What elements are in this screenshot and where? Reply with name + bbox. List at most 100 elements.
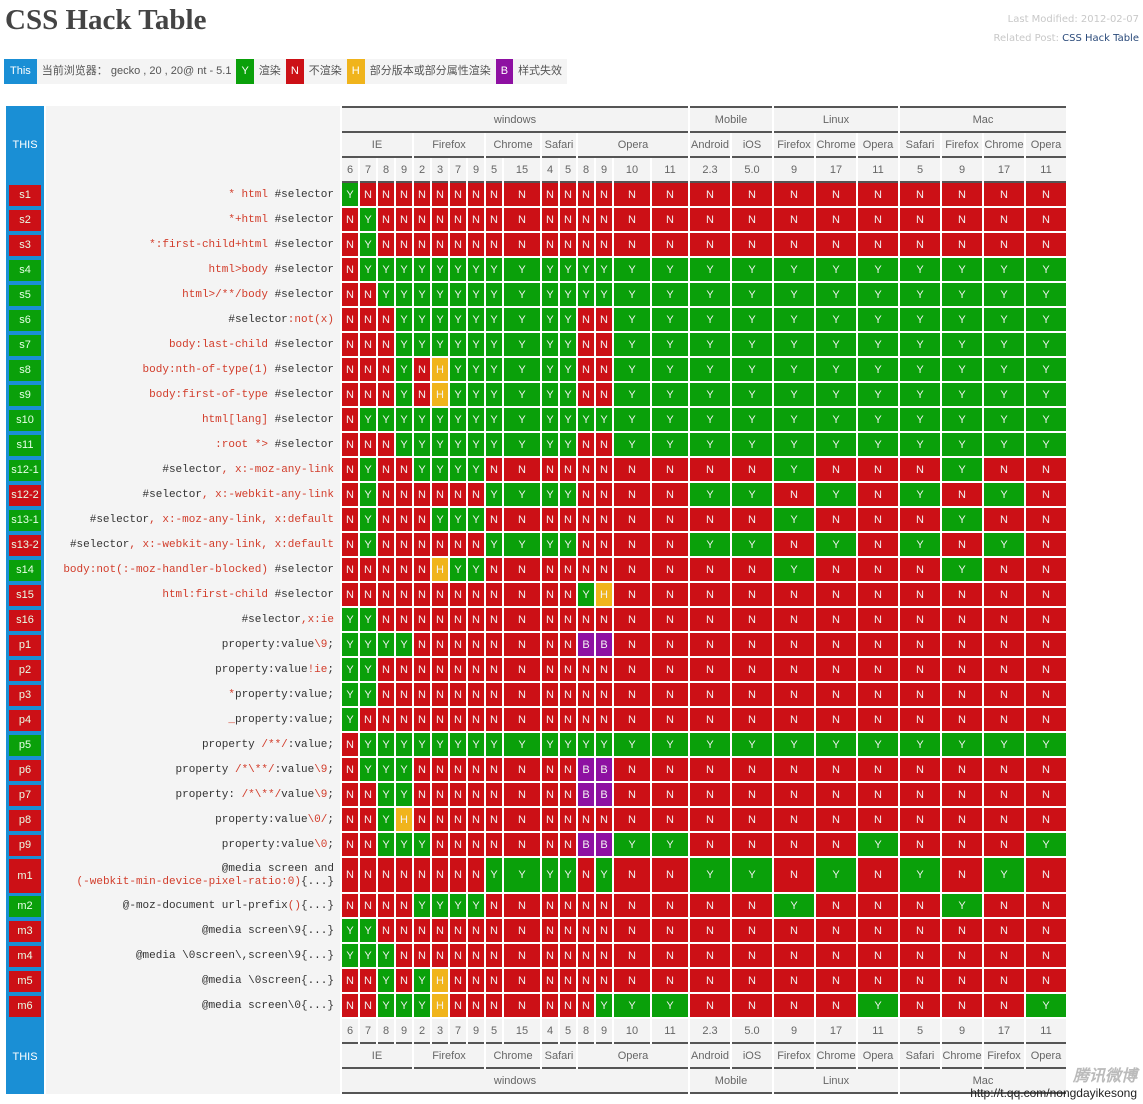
- support-cell: N: [1026, 683, 1066, 708]
- support-cell: N: [342, 383, 358, 408]
- support-cell: N: [858, 208, 898, 233]
- related-post-link[interactable]: CSS Hack Table: [1062, 33, 1139, 44]
- support-cell: N: [578, 508, 594, 533]
- support-cell: Y: [774, 408, 814, 433]
- support-cell: N: [504, 633, 540, 658]
- support-cell: Y: [468, 383, 484, 408]
- support-cell: N: [378, 919, 394, 944]
- table-row: s1 * html #selector Y N N N N N N N N N N N N N N N N N N N N N…: [6, 183, 1066, 208]
- row-id-badge: s4: [9, 260, 41, 281]
- browser-header: Chrome: [816, 1044, 856, 1069]
- support-cell: N: [984, 783, 1024, 808]
- support-cell: N: [652, 608, 688, 633]
- support-cell: Y: [942, 408, 982, 433]
- support-cell: N: [942, 833, 982, 858]
- row-id-badge: s13-1: [9, 510, 41, 531]
- support-cell: Y: [542, 483, 558, 508]
- hack-code-highlight: /*\**/: [234, 764, 275, 776]
- support-cell: Y: [486, 533, 502, 558]
- support-cell: N: [450, 208, 466, 233]
- browser-header: Android: [690, 133, 730, 158]
- support-cell: N: [858, 858, 898, 894]
- hack-code-highlight: body:last-child: [168, 339, 268, 351]
- support-cell: N: [450, 994, 466, 1019]
- support-cell: N: [360, 858, 376, 894]
- hack-code-highlight: body:nth-of-type(1): [142, 364, 268, 376]
- support-cell: N: [486, 458, 502, 483]
- support-cell: Y: [690, 308, 730, 333]
- support-cell: Y: [652, 258, 688, 283]
- support-cell: Y: [342, 708, 358, 733]
- support-cell: Y: [378, 633, 394, 658]
- version-header: 8: [578, 1019, 594, 1044]
- support-cell: Y: [468, 558, 484, 583]
- browser-header: Safari: [542, 1044, 576, 1069]
- version-header: 9: [396, 158, 412, 183]
- support-cell: N: [596, 333, 612, 358]
- support-cell: N: [816, 894, 856, 919]
- support-cell: N: [1026, 483, 1066, 508]
- support-cell: N: [378, 233, 394, 258]
- support-cell: B: [596, 633, 612, 658]
- support-cell: Y: [984, 383, 1024, 408]
- support-cell: Y: [504, 533, 540, 558]
- legend-n-badge: N: [285, 59, 304, 84]
- hack-code-highlight: html>/**/body: [182, 289, 268, 301]
- hack-code: property:value\0;: [46, 833, 340, 858]
- support-cell: N: [560, 683, 576, 708]
- support-cell: N: [396, 858, 412, 894]
- support-cell: N: [542, 608, 558, 633]
- support-cell: Y: [1026, 994, 1066, 1019]
- support-cell: N: [732, 183, 772, 208]
- support-cell: N: [468, 833, 484, 858]
- support-cell: N: [578, 233, 594, 258]
- version-header: 5: [486, 158, 502, 183]
- support-cell: N: [816, 944, 856, 969]
- support-cell: N: [614, 969, 650, 994]
- row-id-cell: p9: [6, 833, 44, 858]
- browser-header: iOS: [732, 1044, 772, 1069]
- legend-bar: This 当前浏览器： gecko , 20 , 20@ nt - 5.1 Y …: [4, 59, 568, 84]
- support-cell: N: [396, 608, 412, 633]
- support-cell: N: [732, 994, 772, 1019]
- support-cell: Y: [542, 408, 558, 433]
- version-header: 15: [504, 158, 540, 183]
- hack-code-highlight: *:first-child+html: [149, 239, 268, 251]
- support-cell: Y: [858, 383, 898, 408]
- row-id-cell: s14: [6, 558, 44, 583]
- version-header: 5: [486, 1019, 502, 1044]
- support-cell: Y: [652, 383, 688, 408]
- support-cell: N: [858, 758, 898, 783]
- support-cell: Y: [468, 733, 484, 758]
- table-row: p7 property: /*\**/value\9; N N Y Y N N N N N N N N B B…: [6, 783, 1066, 808]
- row-id-cell: m4: [6, 944, 44, 969]
- support-cell: N: [396, 483, 412, 508]
- support-cell: Y: [774, 894, 814, 919]
- support-cell: Y: [432, 408, 448, 433]
- hack-code-text: #selector: [274, 589, 334, 601]
- hack-code: html>/**/body #selector: [46, 283, 340, 308]
- support-cell: N: [578, 683, 594, 708]
- support-cell: N: [450, 969, 466, 994]
- support-cell: Y: [504, 383, 540, 408]
- support-cell: Y: [690, 358, 730, 383]
- support-cell: N: [450, 808, 466, 833]
- support-cell: Y: [432, 458, 448, 483]
- support-cell: Y: [396, 408, 412, 433]
- support-cell: N: [900, 808, 940, 833]
- version-header: 8: [378, 158, 394, 183]
- platform-header: Mobile: [690, 1069, 772, 1094]
- support-cell: H: [432, 969, 448, 994]
- support-cell: Y: [468, 333, 484, 358]
- table-row: p4 _property:value; Y N N N N N N N N N N N N N N N N N N N N N…: [6, 708, 1066, 733]
- support-cell: Y: [614, 333, 650, 358]
- support-cell: N: [414, 858, 430, 894]
- hack-code-highlight: html:first-child: [162, 589, 268, 601]
- support-cell: Y: [984, 408, 1024, 433]
- support-cell: Y: [690, 333, 730, 358]
- last-modified: Last Modified: 2012-02-07: [1007, 14, 1139, 25]
- support-cell: N: [596, 558, 612, 583]
- table-row: s12-1 #selector, x:-moz-any-link N Y N N Y Y Y Y N…: [6, 458, 1066, 483]
- browser-header: Chrome: [816, 133, 856, 158]
- support-cell: Y: [378, 758, 394, 783]
